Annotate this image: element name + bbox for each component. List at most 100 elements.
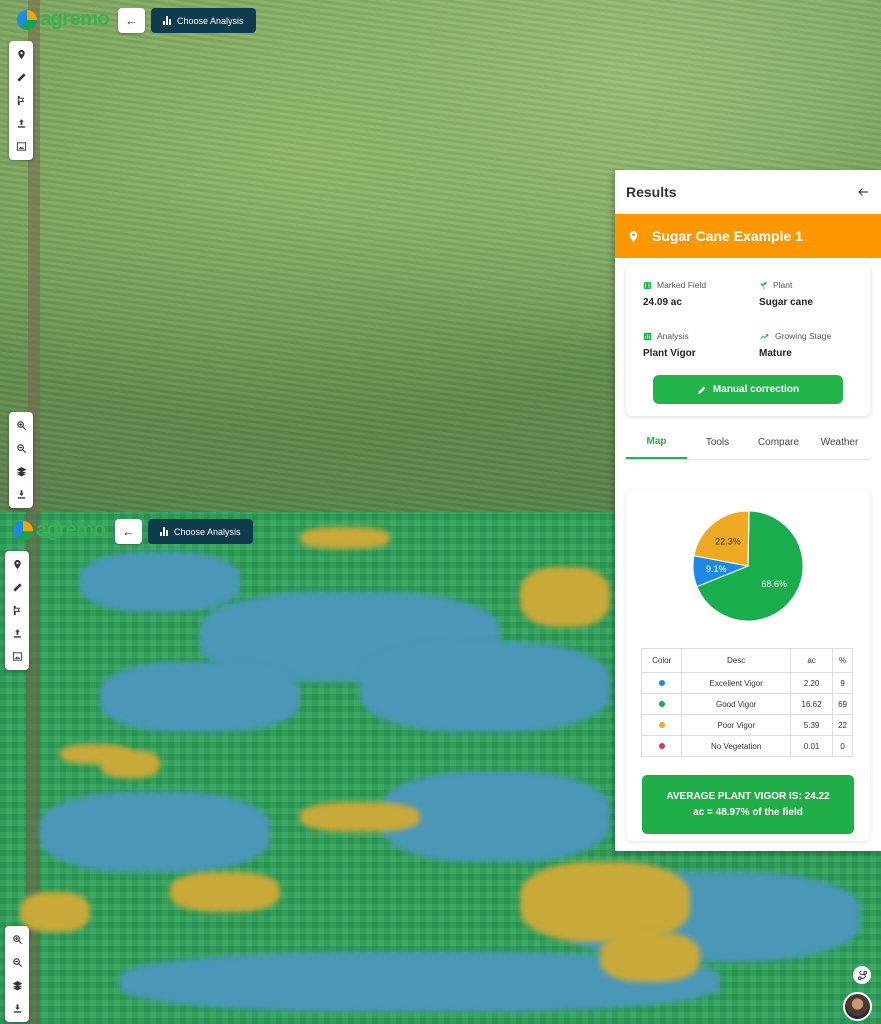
tab-weather[interactable]: Weather [809, 425, 870, 459]
analysis-info: Analysis Plant Vigor [643, 331, 753, 359]
user-avatar[interactable] [843, 992, 872, 1021]
layers-button[interactable] [5, 974, 29, 997]
marked-field-label: Marked Field [657, 280, 707, 290]
desc-cell: Poor Vigor [681, 714, 791, 736]
good-vigor-dot [658, 700, 665, 707]
download-button[interactable] [9, 483, 33, 506]
download-button[interactable] [5, 997, 29, 1020]
analysis-chart-icon [643, 332, 652, 340]
upload-icon [13, 629, 21, 638]
growing-stage-label: Growing Stage [775, 331, 832, 341]
choose-analysis-button[interactable]: Choose Analysis [151, 8, 256, 33]
location-pin-icon [629, 230, 638, 242]
layers-icon [16, 466, 26, 477]
zoom-out-button[interactable] [5, 951, 29, 974]
vigor-patch [600, 932, 700, 982]
flag-icon [17, 95, 24, 106]
choose-analysis-label: Choose Analysis [177, 15, 244, 26]
excellent-vigor-dot [658, 679, 665, 686]
desc-cell: No Vegetation [681, 735, 791, 757]
table-row: Excellent Vigor 2.20 9 [640, 672, 853, 694]
back-button[interactable]: ← [118, 8, 145, 33]
tab-compare[interactable]: Compare [748, 425, 809, 459]
flag-tool-button[interactable] [9, 89, 33, 112]
average-vigor-box: AVERAGE PLANT VIGOR IS: 24.22 ac = 48.97… [642, 775, 854, 834]
collapse-panel-button[interactable] [856, 185, 870, 199]
tab-tools[interactable]: Tools [687, 425, 748, 459]
map-icon [643, 281, 652, 289]
results-panel: Results Sugar Cane Example 1 Marked Fiel… [615, 170, 881, 851]
zoom-in-button[interactable] [9, 414, 33, 437]
vigor-patch [520, 862, 690, 942]
ac-cell: 16.62 [789, 693, 834, 715]
ac-cell: 2.20 [789, 672, 834, 694]
arrow-left-icon: ← [125, 13, 138, 28]
ruler-tool-button[interactable] [9, 66, 33, 89]
marked-field-info: Marked Field 24.09 ac [643, 280, 753, 308]
zoom-out-icon [16, 444, 26, 454]
zoom-in-icon [12, 935, 22, 945]
pin-icon [13, 559, 21, 570]
ruler-icon [16, 73, 26, 82]
pct-cell: 69 [832, 693, 853, 715]
drawing-toolbar [9, 41, 33, 160]
pct-cell: 22 [832, 714, 853, 736]
manual-correction-button[interactable]: Manual correction [653, 375, 843, 404]
growing-stage-value: Mature [759, 348, 792, 359]
bar-chart-icon [160, 527, 168, 536]
back-button[interactable]: ← [115, 519, 142, 544]
pct-cell: 9 [832, 672, 853, 694]
download-icon [17, 490, 25, 499]
field-info-card: Marked Field 24.09 ac Plant Sugar cane A… [626, 264, 870, 416]
table-row: Good Vigor 16.62 69 [640, 693, 853, 715]
download-icon [13, 1004, 21, 1013]
tab-map[interactable]: Map [626, 425, 687, 459]
pie-label: 9.1% [706, 564, 727, 574]
table-row: No Vegetation 0.01 0 [640, 735, 853, 757]
average-vigor-line1: AVERAGE PLANT VIGOR IS: 24.22 [666, 790, 830, 802]
color-cell [640, 714, 683, 736]
ruler-tool-button[interactable] [5, 576, 29, 599]
pin-tool-button[interactable] [5, 553, 29, 576]
vigor-pie-chart: 68.6% 9.1% 22.3% [692, 510, 804, 622]
ruler-icon [12, 583, 22, 592]
plant-icon [760, 281, 767, 289]
bar-chart-icon [163, 16, 171, 25]
flag-tool-button[interactable] [5, 599, 29, 622]
vigor-patch [20, 892, 90, 932]
column-header-ac: ac [789, 648, 834, 673]
ac-cell: 0.01 [789, 735, 834, 757]
choose-analysis-button[interactable]: Choose Analysis [148, 519, 253, 544]
drawing-toolbar [5, 551, 29, 670]
zoom-in-icon [16, 421, 26, 431]
upload-tool-button[interactable] [9, 112, 33, 135]
image-tool-button[interactable] [9, 135, 33, 158]
upload-tool-button[interactable] [5, 622, 29, 645]
image-icon [16, 142, 26, 151]
route-button[interactable] [853, 966, 871, 984]
layers-button[interactable] [9, 460, 33, 483]
image-tool-button[interactable] [5, 645, 29, 668]
image-icon [12, 652, 22, 661]
vigor-patch [300, 802, 420, 832]
logo-icon [17, 9, 37, 30]
vigor-patch [170, 872, 280, 912]
vigor-patch [300, 527, 390, 549]
agremo-logo: agremo [13, 519, 106, 542]
color-cell [640, 735, 683, 757]
agremo-logo: agremo [17, 8, 110, 31]
analysis-value: Plant Vigor [643, 348, 696, 359]
vigor-patch [60, 744, 130, 764]
pie-label: 68.6% [761, 579, 787, 589]
vigor-table: Color Desc ac % Excellent Vigor 2.20 9 G… [640, 648, 853, 757]
table-header-row: Color Desc ac % [640, 648, 853, 673]
color-cell [640, 693, 683, 715]
zoom-out-button[interactable] [9, 437, 33, 460]
pin-icon [17, 49, 25, 60]
pin-tool-button[interactable] [9, 43, 33, 66]
trending-up-icon [760, 333, 769, 339]
vigor-patch [40, 792, 270, 872]
zoom-in-button[interactable] [5, 928, 29, 951]
upload-icon [17, 119, 25, 128]
field-banner: Sugar Cane Example 1 [615, 214, 881, 258]
